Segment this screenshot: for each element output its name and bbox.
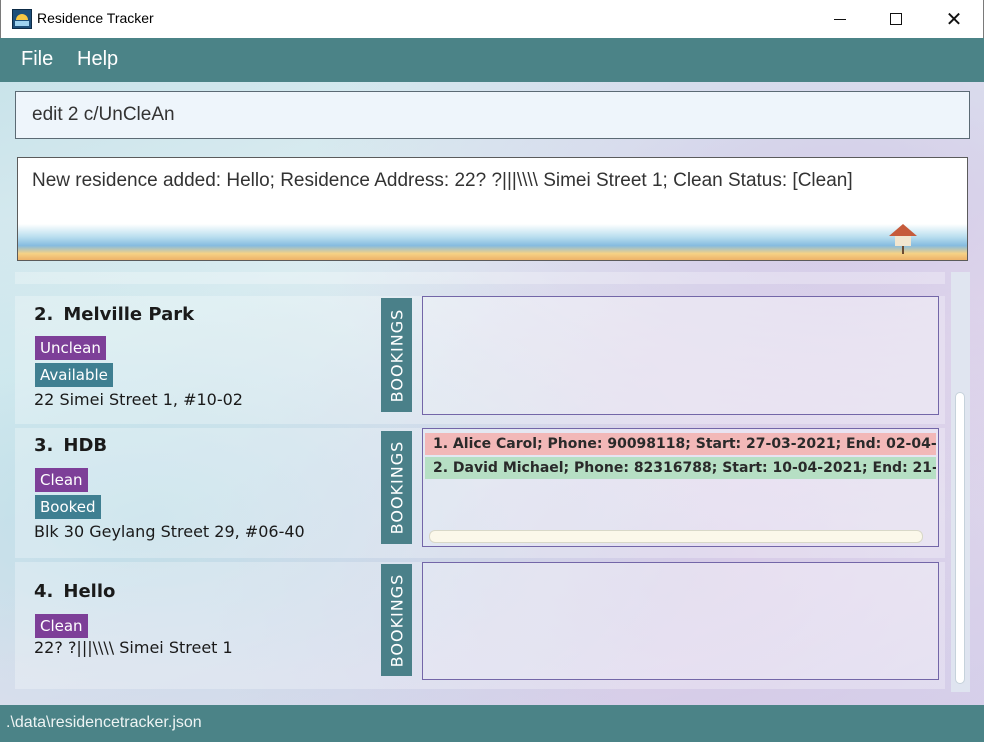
residence-list[interactable]: 2. Melville Park Unclean Available 22 Si…: [15, 272, 970, 705]
command-box[interactable]: edit 2 c/UnCleAn: [15, 91, 970, 139]
booking-item[interactable]: 1. Alice Carol; Phone: 90098118; Start: …: [425, 433, 936, 455]
menu-bar: File Help: [0, 38, 984, 82]
residence-title: 4. Hello: [34, 581, 115, 602]
minimize-button[interactable]: [811, 0, 869, 38]
status-bar: .\data\residencetracker.json: [0, 705, 984, 742]
bookings-label: BOOKINGS: [381, 431, 412, 544]
residence-address: Blk 30 Geylang Street 29, #06-40: [34, 522, 305, 541]
clean-status-badge: Clean: [35, 614, 88, 638]
booking-item[interactable]: 2. David Michael; Phone: 82316788; Start…: [425, 457, 936, 479]
vertical-scrollbar-thumb[interactable]: [955, 392, 965, 684]
title-bar: Residence Tracker ✕: [0, 0, 984, 38]
residence-address: 22? ?|||\\\\ Simei Street 1: [34, 638, 233, 657]
residence-name: Melville Park: [63, 304, 195, 325]
command-input[interactable]: edit 2 c/UnCleAn: [32, 104, 175, 126]
window-title: Residence Tracker: [37, 10, 154, 26]
residence-card-partial: [15, 272, 945, 284]
residence-title: 2. Melville Park: [34, 304, 194, 325]
bookings-horizontal-scrollbar[interactable]: [429, 530, 923, 543]
main-content: edit 2 c/UnCleAn New residence added: He…: [0, 82, 984, 705]
close-button[interactable]: ✕: [925, 0, 983, 38]
residence-card[interactable]: 2. Melville Park Unclean Available 22 Si…: [15, 296, 945, 424]
result-text: New residence added: Hello; Residence Ad…: [32, 170, 853, 191]
bookings-label: BOOKINGS: [381, 298, 412, 412]
result-scenery-illustration: [18, 224, 967, 260]
clean-status-badge: Unclean: [35, 336, 106, 360]
residence-index: 3.: [34, 435, 54, 456]
residence-address: 22 Simei Street 1, #10-02: [34, 390, 243, 409]
maximize-button[interactable]: [867, 0, 925, 38]
booking-status-badge: Available: [35, 363, 113, 387]
maximize-icon: [890, 13, 902, 25]
residence-name: HDB: [63, 435, 108, 456]
bookings-list[interactable]: 1. Alice Carol; Phone: 90098118; Start: …: [422, 428, 939, 547]
data-file-path: .\data\residencetracker.json: [6, 714, 202, 731]
residence-title: 3. HDB: [34, 435, 107, 456]
minimize-icon: [834, 18, 846, 20]
result-display: New residence added: Hello; Residence Ad…: [17, 157, 968, 261]
residence-index: 2.: [34, 304, 54, 325]
residence-index: 4.: [34, 581, 54, 602]
menu-help[interactable]: Help: [77, 48, 118, 71]
menu-file[interactable]: File: [21, 48, 53, 71]
residence-card[interactable]: 4. Hello Clean 22? ?|||\\\\ Simei Street…: [15, 562, 945, 689]
booking-status-badge: Booked: [35, 495, 101, 519]
clean-status-badge: Clean: [35, 468, 88, 492]
bookings-label: BOOKINGS: [381, 564, 412, 676]
house-illustration: [889, 224, 917, 254]
app-icon: [12, 9, 32, 29]
residence-card[interactable]: 3. HDB Clean Booked Blk 30 Geylang Stree…: [15, 428, 945, 558]
residence-name: Hello: [63, 581, 116, 602]
close-icon: ✕: [945, 7, 963, 31]
bookings-list[interactable]: [422, 562, 939, 680]
bookings-list[interactable]: [422, 296, 939, 415]
